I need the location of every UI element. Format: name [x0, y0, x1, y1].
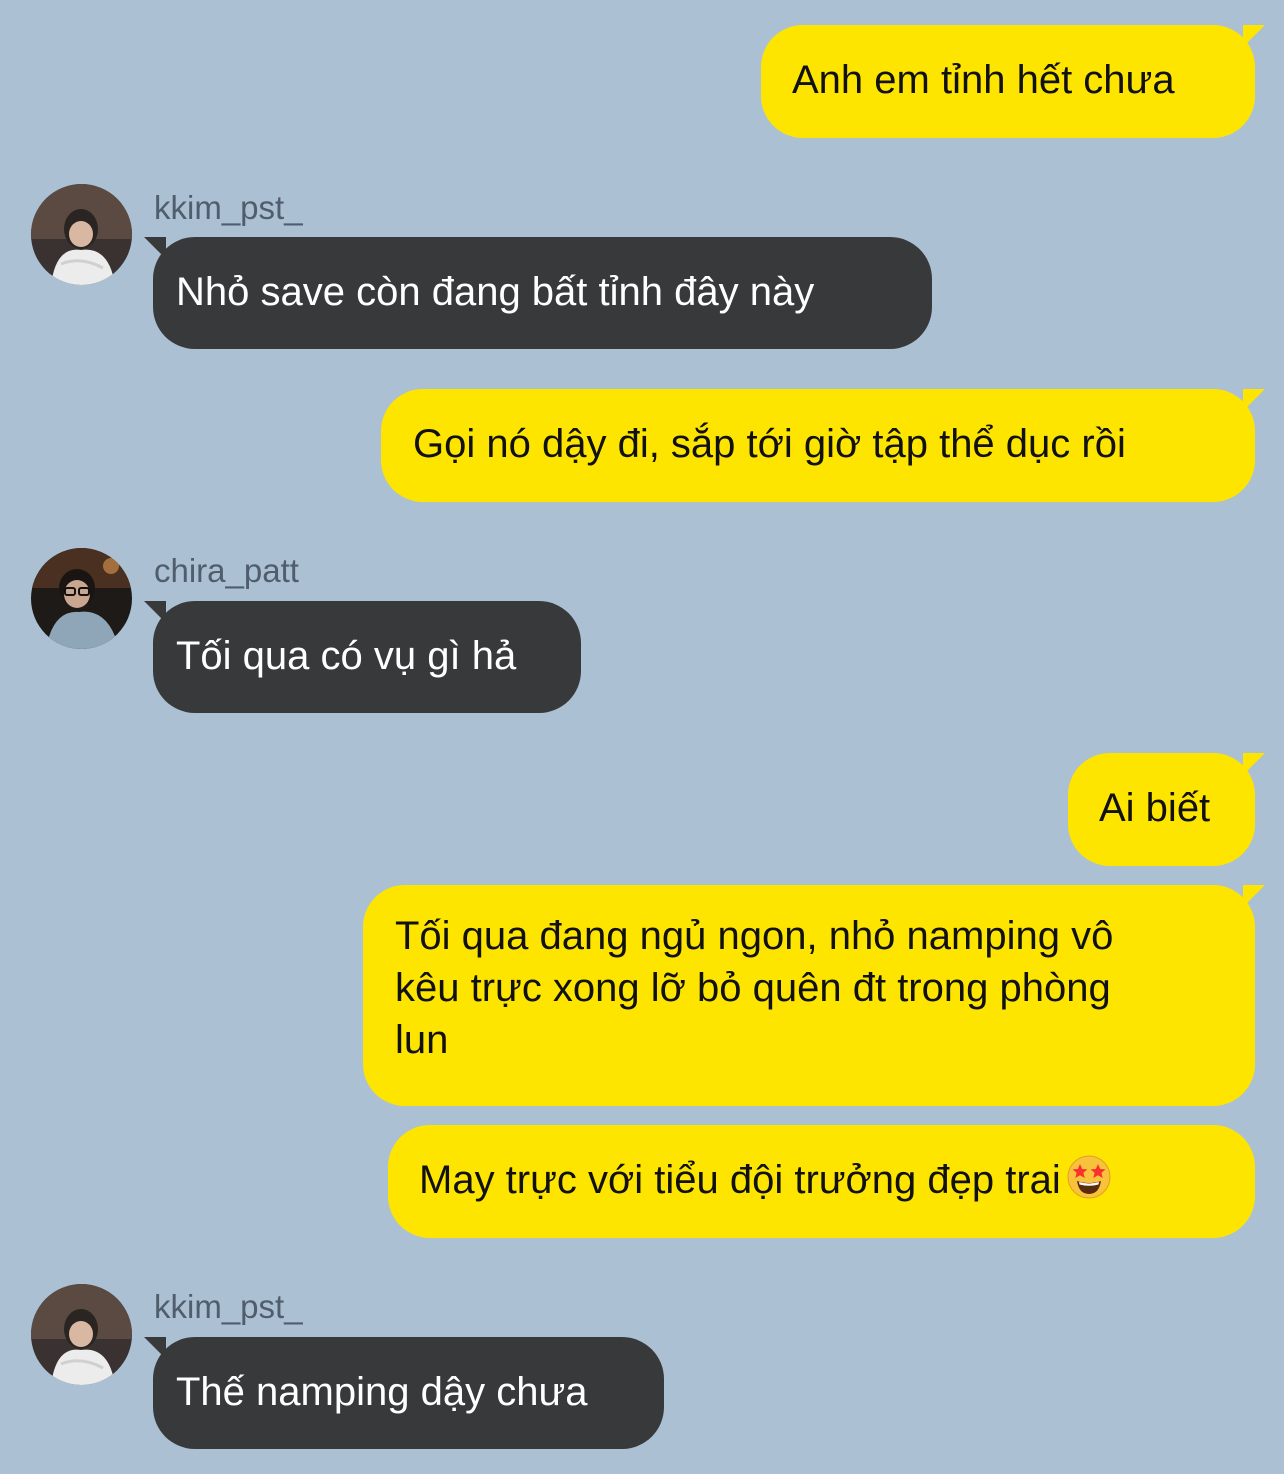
message-line: lun: [395, 1018, 449, 1062]
message-text: Tối qua có vụ gì hả: [176, 634, 517, 678]
message-text: Anh em tỉnh hết chưa: [792, 58, 1175, 102]
bubble-tail: [1243, 389, 1265, 411]
outgoing-message-bubble[interactable]: Gọi nó dậy đi, sắp tới giờ tập thể dục r…: [381, 389, 1265, 502]
message-text: May trực với tiểu đội trưởng đẹp trai: [419, 1158, 1061, 1202]
kkim-avatar[interactable]: [31, 184, 132, 285]
sender-name: chira_patt: [154, 552, 299, 589]
outgoing-message-bubble[interactable]: Ai biết: [1068, 753, 1265, 866]
message-text: Thế namping dậy chưa: [176, 1370, 588, 1414]
message-text: Nhỏ save còn đang bất tỉnh đây này: [176, 270, 815, 314]
incoming-message-bubble[interactable]: Tối qua có vụ gì hả: [144, 601, 581, 713]
sender-name: kkim_pst_: [154, 189, 303, 226]
message-text: Ai biết: [1099, 786, 1211, 830]
message-line: kêu trực xong lỡ bỏ quên đt trong phòng: [395, 966, 1111, 1010]
chira-avatar[interactable]: [31, 548, 132, 649]
bubble-tail: [1243, 885, 1265, 907]
message-text-row: May trực với tiểu đội trưởng đẹp trai: [419, 1154, 1255, 1212]
bubble-tail: [1243, 753, 1265, 775]
outgoing-message-bubble[interactable]: Tối qua đang ngủ ngon, nhỏ namping vô kê…: [363, 885, 1265, 1106]
sender-name: kkim_pst_: [154, 1288, 303, 1325]
outgoing-message-bubble[interactable]: Anh em tỉnh hết chưa: [761, 25, 1265, 138]
bubble-tail: [144, 601, 166, 623]
outgoing-message-bubble[interactable]: May trực với tiểu đội trưởng đẹp trai: [388, 1125, 1255, 1238]
bubble-tail: [144, 1337, 166, 1359]
bubble-tail: [1243, 25, 1265, 47]
message-line: Tối qua đang ngủ ngon, nhỏ namping vô: [395, 914, 1114, 958]
message-text: Gọi nó dậy đi, sắp tới giờ tập thể dục r…: [413, 422, 1126, 466]
incoming-message-bubble[interactable]: Nhỏ save còn đang bất tỉnh đây này: [144, 237, 932, 349]
incoming-message-bubble[interactable]: Thế namping dậy chưa: [144, 1337, 664, 1449]
kkim-avatar[interactable]: [31, 1284, 132, 1385]
star-struck-emoji: [1067, 1155, 1111, 1212]
bubble-tail: [144, 237, 166, 259]
